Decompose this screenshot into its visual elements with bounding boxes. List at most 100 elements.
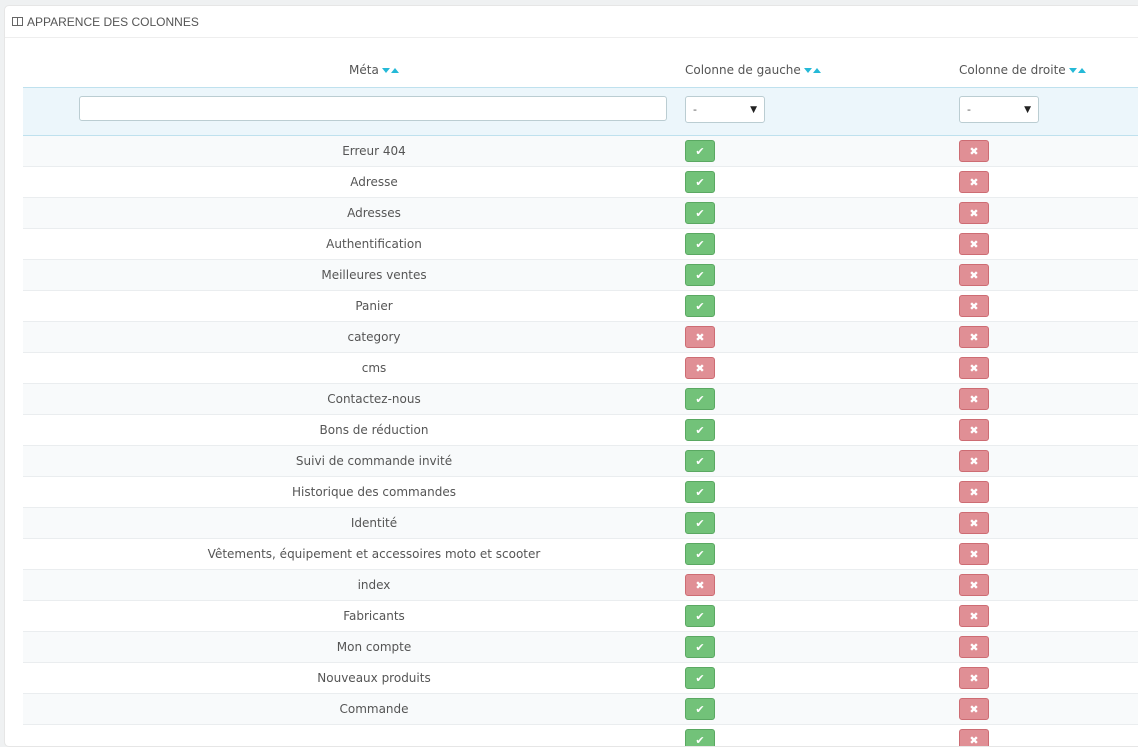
check-icon: ✔ bbox=[695, 237, 705, 251]
caret-down-icon: ▼ bbox=[1024, 104, 1031, 115]
left-column-enabled-toggle[interactable]: ✔ bbox=[685, 512, 715, 534]
table-row: Erreur 404 ✔ ✖ bbox=[23, 136, 1138, 167]
cross-icon: ✖ bbox=[969, 702, 979, 716]
header-meta: Méta bbox=[349, 63, 399, 77]
table-body: Erreur 404 ✔ ✖ Adresse ✔ ✖ Adresses ✔ ✖ Authentif… bbox=[23, 136, 1138, 747]
right-column-disabled-toggle[interactable]: ✖ bbox=[959, 233, 989, 255]
cross-icon: ✖ bbox=[969, 516, 979, 530]
right-column-disabled-toggle[interactable]: ✖ bbox=[959, 450, 989, 472]
right-column-disabled-toggle[interactable]: ✖ bbox=[959, 543, 989, 565]
table-header-row: Méta Colonne de gauche Colonne de droite bbox=[23, 37, 1138, 87]
cross-icon: ✖ bbox=[969, 423, 979, 437]
table-row: cms ✖ ✖ bbox=[23, 353, 1138, 384]
left-column-enabled-toggle[interactable]: ✔ bbox=[685, 419, 715, 441]
table-row: Adresse ✔ ✖ bbox=[23, 167, 1138, 198]
table-row: Vêtements, équipement et accessoires mot… bbox=[23, 539, 1138, 570]
meta-filter-input[interactable] bbox=[79, 96, 667, 121]
left-column-enabled-toggle[interactable]: ✔ bbox=[685, 171, 715, 193]
right-column-disabled-toggle[interactable]: ✖ bbox=[959, 512, 989, 534]
right-column-disabled-toggle[interactable]: ✖ bbox=[959, 140, 989, 162]
right-column-disabled-toggle[interactable]: ✖ bbox=[959, 295, 989, 317]
check-icon: ✔ bbox=[695, 516, 705, 530]
right-column-disabled-toggle[interactable]: ✖ bbox=[959, 481, 989, 503]
left-column-disabled-toggle[interactable]: ✖ bbox=[685, 574, 715, 596]
left-column-enabled-toggle[interactable]: ✔ bbox=[685, 481, 715, 503]
meta-cell: Mon compte bbox=[336, 640, 412, 654]
check-icon: ✔ bbox=[695, 640, 705, 654]
left-column-enabled-toggle[interactable]: ✔ bbox=[685, 140, 715, 162]
check-icon: ✔ bbox=[695, 206, 705, 220]
caret-down-icon: ▼ bbox=[750, 104, 757, 115]
left-column-enabled-toggle[interactable]: ✔ bbox=[685, 295, 715, 317]
right-column-disabled-toggle[interactable]: ✖ bbox=[959, 667, 989, 689]
left-column-enabled-toggle[interactable]: ✔ bbox=[685, 264, 715, 286]
table-row: Authentification ✔ ✖ bbox=[23, 229, 1138, 260]
left-column-enabled-toggle[interactable]: ✔ bbox=[685, 667, 715, 689]
right-column-disabled-toggle[interactable]: ✖ bbox=[959, 729, 989, 747]
left-column-disabled-toggle[interactable]: ✖ bbox=[685, 357, 715, 379]
left-column-filter-select[interactable]: - ▼ bbox=[685, 96, 765, 123]
meta-cell: Adresse bbox=[350, 175, 398, 189]
sort-desc-icon[interactable] bbox=[1068, 67, 1077, 73]
left-column-enabled-toggle[interactable]: ✔ bbox=[685, 729, 715, 747]
cross-icon: ✖ bbox=[969, 578, 979, 592]
check-icon: ✔ bbox=[695, 702, 705, 716]
cross-icon: ✖ bbox=[969, 175, 979, 189]
left-column-enabled-toggle[interactable]: ✔ bbox=[685, 543, 715, 565]
table-row: Bons de réduction ✔ ✖ bbox=[23, 415, 1138, 446]
left-column-enabled-toggle[interactable]: ✔ bbox=[685, 450, 715, 472]
meta-cell: Authentification bbox=[326, 237, 422, 251]
cross-icon: ✖ bbox=[969, 671, 979, 685]
right-column-disabled-toggle[interactable]: ✖ bbox=[959, 202, 989, 224]
table-row: Commande ✔ ✖ bbox=[23, 694, 1138, 725]
meta-cell: Vêtements, équipement et accessoires mot… bbox=[207, 547, 541, 561]
right-column-disabled-toggle[interactable]: ✖ bbox=[959, 636, 989, 658]
cross-icon: ✖ bbox=[969, 237, 979, 251]
right-column-disabled-toggle[interactable]: ✖ bbox=[959, 357, 989, 379]
right-column-disabled-toggle[interactable]: ✖ bbox=[959, 171, 989, 193]
meta-cell: Erreur 404 bbox=[342, 144, 406, 158]
check-icon: ✔ bbox=[695, 485, 705, 499]
meta-cell: Panier bbox=[355, 299, 393, 313]
right-column-disabled-toggle[interactable]: ✖ bbox=[959, 698, 989, 720]
left-column-disabled-toggle[interactable]: ✖ bbox=[685, 326, 715, 348]
right-column-filter-select[interactable]: - ▼ bbox=[959, 96, 1039, 123]
columns-appearance-panel: APPARENCE DES COLONNES Méta Colonne de g… bbox=[4, 5, 1138, 747]
right-column-disabled-toggle[interactable]: ✖ bbox=[959, 574, 989, 596]
sort-asc-icon[interactable] bbox=[1077, 67, 1086, 73]
sort-desc-icon[interactable] bbox=[803, 67, 812, 73]
left-column-enabled-toggle[interactable]: ✔ bbox=[685, 636, 715, 658]
sort-asc-icon[interactable] bbox=[390, 67, 399, 73]
cross-icon: ✖ bbox=[969, 454, 979, 468]
meta-cell: Identité bbox=[350, 516, 398, 530]
left-column-enabled-toggle[interactable]: ✔ bbox=[685, 233, 715, 255]
meta-cell: index bbox=[357, 578, 391, 592]
cross-icon: ✖ bbox=[969, 485, 979, 499]
check-icon: ✔ bbox=[695, 547, 705, 561]
right-column-disabled-toggle[interactable]: ✖ bbox=[959, 264, 989, 286]
check-icon: ✔ bbox=[695, 144, 705, 158]
check-icon: ✔ bbox=[695, 733, 705, 747]
cross-icon: ✖ bbox=[969, 392, 979, 406]
table-row: Adresses ✔ ✖ bbox=[23, 198, 1138, 229]
check-icon: ✔ bbox=[695, 299, 705, 313]
right-column-disabled-toggle[interactable]: ✖ bbox=[959, 419, 989, 441]
right-column-disabled-toggle[interactable]: ✖ bbox=[959, 605, 989, 627]
table-row: Historique des commandes ✔ ✖ bbox=[23, 477, 1138, 508]
left-column-enabled-toggle[interactable]: ✔ bbox=[685, 202, 715, 224]
left-column-enabled-toggle[interactable]: ✔ bbox=[685, 605, 715, 627]
cross-icon: ✖ bbox=[969, 144, 979, 158]
left-column-enabled-toggle[interactable]: ✔ bbox=[685, 388, 715, 410]
check-icon: ✔ bbox=[695, 423, 705, 437]
left-column-enabled-toggle[interactable]: ✔ bbox=[685, 698, 715, 720]
cross-icon: ✖ bbox=[969, 733, 979, 747]
meta-cell: Meilleures ventes bbox=[321, 268, 427, 282]
right-column-disabled-toggle[interactable]: ✖ bbox=[959, 388, 989, 410]
sort-desc-icon[interactable] bbox=[381, 67, 390, 73]
meta-cell: Contactez-nous bbox=[327, 392, 421, 406]
sort-asc-icon[interactable] bbox=[812, 67, 821, 73]
filter-row: - ▼ - ▼ bbox=[23, 87, 1138, 136]
right-column-disabled-toggle[interactable]: ✖ bbox=[959, 326, 989, 348]
cross-icon: ✖ bbox=[695, 578, 705, 592]
check-icon: ✔ bbox=[695, 392, 705, 406]
